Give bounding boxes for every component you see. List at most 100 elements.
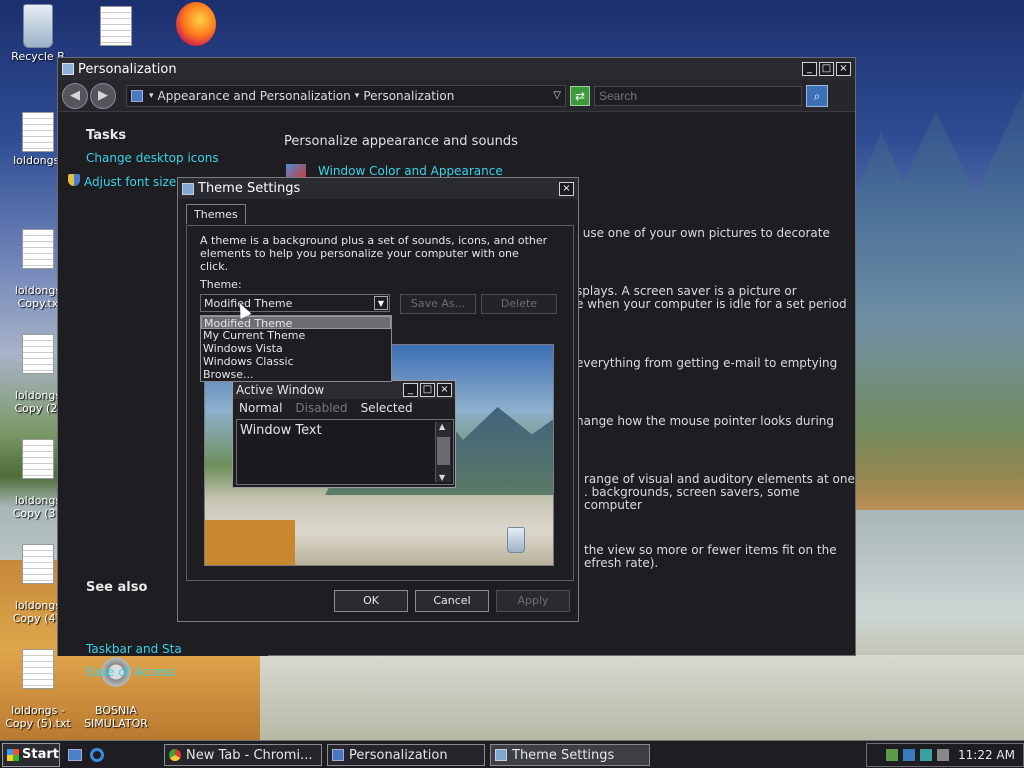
address-bar[interactable]: ▾ Appearance and Personalization ▾ Perso… [126, 84, 566, 107]
clock[interactable]: 11:22 AM [958, 748, 1015, 762]
maximize-button[interactable]: □ [819, 62, 834, 76]
close-button[interactable]: × [559, 181, 574, 196]
task-label: New Tab - Chromi... [186, 747, 313, 763]
text-file-icon [100, 6, 132, 46]
chevron-right-icon[interactable]: ▾ [149, 91, 154, 101]
save-as-button[interactable]: Save As... [400, 294, 476, 314]
task-theme-settings[interactable]: Theme Settings [490, 744, 650, 766]
change-desktop-icons-link[interactable]: Change desktop icons [86, 151, 268, 165]
adjust-font-size-label: Adjust font size [84, 175, 177, 189]
apply-button[interactable]: Apply [496, 590, 570, 612]
delete-button[interactable]: Delete [481, 294, 557, 314]
desktop-icon-label: loldongs Copy.tx [14, 284, 62, 310]
ease-of-access-link[interactable]: Ease of Access [86, 665, 175, 679]
forward-button[interactable]: ▶ [90, 82, 116, 109]
option-modified-theme[interactable]: Modified Theme [201, 316, 391, 330]
preview-menu: Normal Disabled Selected [233, 399, 455, 417]
window-color-icon [286, 164, 306, 178]
desktop-icon-label: loldongs Copy (3). [12, 494, 64, 520]
scroll-down-icon: ▼ [439, 473, 446, 482]
menu-normal: Normal [239, 401, 283, 415]
back-button[interactable]: ◀ [62, 82, 88, 109]
text-file-icon [22, 544, 54, 584]
menu-disabled: Disabled [295, 401, 348, 415]
tab-bar: Themes [186, 204, 246, 224]
personalization-app-icon [62, 63, 74, 75]
recycle-bin-icon [507, 527, 525, 553]
minimize-icon: _ [403, 383, 418, 397]
text-file-icon [22, 229, 54, 269]
chevron-down-icon[interactable]: ▽ [553, 90, 561, 101]
theme-description: A theme is a background plus a set of so… [200, 234, 548, 273]
tab-themes[interactable]: Themes [186, 204, 246, 224]
content-heading: Personalize appearance and sounds [284, 134, 518, 149]
text-file-icon [22, 649, 54, 689]
volume-muted-icon[interactable] [937, 749, 950, 761]
breadcrumb-appearance[interactable]: Appearance and Personalization [158, 89, 351, 103]
task-label: Theme Settings [512, 747, 615, 763]
shield-icon [68, 174, 80, 186]
text-file-icon [22, 439, 54, 479]
desktop-icon-label: loldongs. [13, 154, 63, 167]
start-label: Start [22, 747, 59, 762]
text-file-icon [22, 112, 54, 152]
network-icon[interactable] [886, 749, 899, 761]
window-color-link[interactable]: Window Color and Appearance [318, 164, 503, 178]
start-button[interactable]: Start [2, 742, 60, 767]
taskbar-link[interactable]: Taskbar and Sta [86, 642, 182, 656]
firefox-desktop-icon[interactable] [158, 2, 234, 48]
system-tray: 11:22 AM [866, 743, 1024, 767]
desktop-icon-label: loldongs Copy (4). [12, 599, 64, 625]
safely-remove-icon[interactable] [920, 749, 933, 761]
close-button[interactable]: × [836, 62, 851, 76]
scroll-up-icon: ▲ [439, 422, 446, 431]
recycle-bin-icon [23, 4, 53, 48]
cancel-button[interactable]: Cancel [415, 590, 489, 612]
menu-selected: Selected [360, 401, 413, 415]
mouse-pointers-desc: hange how the mouse pointer looks during [576, 414, 835, 428]
breadcrumb-personalization[interactable]: Personalization [363, 89, 454, 103]
search-input[interactable] [594, 85, 802, 106]
task-label: Personalization [349, 747, 448, 763]
windows-logo-icon [7, 748, 19, 761]
dialog-title: Theme Settings [198, 181, 301, 196]
dialog-title-bar[interactable]: Theme Settings × [178, 178, 578, 199]
theme-select[interactable]: Modified Theme ▼ [200, 294, 390, 312]
minimize-button[interactable]: _ [802, 62, 817, 76]
option-my-current-theme[interactable]: My Current Theme [201, 329, 391, 342]
option-windows-classic[interactable]: Windows Classic [201, 355, 391, 368]
option-browse[interactable]: Browse... [201, 368, 391, 381]
task-personalization[interactable]: Personalization [327, 744, 485, 766]
see-also-heading: See also [86, 580, 148, 595]
scroll-thumb [437, 437, 450, 465]
desktop-icon-label: loldongs Copy (2) [14, 389, 62, 415]
option-windows-vista[interactable]: Windows Vista [201, 342, 391, 355]
close-icon: × [437, 383, 452, 397]
display-icon[interactable] [903, 749, 916, 761]
wallpaper-water [260, 655, 1024, 740]
title-bar[interactable]: Personalization _ □ × [58, 58, 855, 80]
theme-label: Theme: [200, 278, 242, 291]
active-window-title-bar: Active Window _ □ × [233, 381, 455, 399]
window-text: Window Text [240, 423, 322, 438]
ok-button[interactable]: OK [334, 590, 408, 612]
sounds-desc: everything from getting e-mail to emptyi… [576, 356, 838, 370]
theme-dropdown-list: Modified Theme My Current Theme Windows … [200, 315, 392, 382]
display-settings-desc-2: efresh rate). [584, 556, 659, 570]
task-chromium[interactable]: New Tab - Chromi... [164, 744, 322, 766]
monitor-icon [332, 749, 344, 761]
refresh-button[interactable]: ⇄ [570, 85, 590, 106]
search-icon[interactable]: ⌕ [806, 84, 828, 107]
internet-explorer-icon[interactable] [90, 747, 104, 762]
taskbar: Start New Tab - Chromi... Personalizatio… [0, 740, 1024, 768]
chevron-right-icon[interactable]: ▾ [355, 91, 360, 101]
window-color-item[interactable]: Window Color and Appearance [286, 164, 503, 178]
text-file-icon [22, 334, 54, 374]
show-desktop-icon[interactable] [68, 748, 82, 761]
recycle-bin-desktop-icon[interactable]: Recycle B [0, 4, 76, 63]
active-window-title: Active Window [236, 383, 325, 397]
window-text-area: Window Text ▲ ▼ [236, 419, 454, 485]
navigation-bar: ◀ ▶ ▾ Appearance and Personalization ▾ P… [58, 80, 855, 112]
document-desktop-icon[interactable] [78, 6, 154, 48]
chevron-down-icon[interactable]: ▼ [374, 296, 388, 310]
